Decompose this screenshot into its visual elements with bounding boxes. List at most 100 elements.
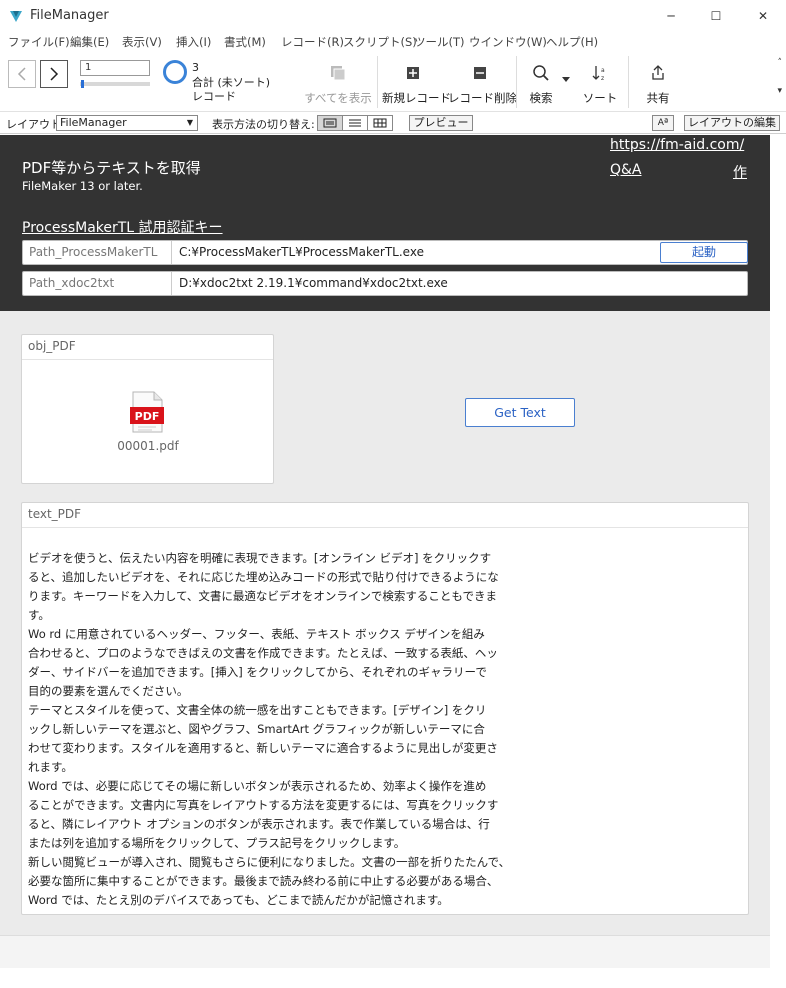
menu-edit[interactable]: 編集(E)	[70, 34, 109, 50]
pdf-filename: 00001.pdf	[117, 439, 179, 453]
path-processmaker-label: Path_ProcessMakerTL	[29, 245, 158, 259]
pdf-file-icon[interactable]: PDF	[130, 391, 164, 433]
obj-pdf-title: obj_PDF	[28, 339, 76, 353]
path-xdoc2txt-field: Path_xdoc2txt D:¥xdoc2txt 2.19.1¥command…	[22, 271, 748, 296]
layout-content: PDF等からテキストを取得 FileMaker 13 or later. htt…	[0, 135, 770, 935]
menu-bar: ファイル(F) 編集(E) 表示(V) 挿入(I) 書式(M) レコード(R) …	[0, 32, 786, 52]
show-all-button[interactable]: すべてを表示	[302, 52, 374, 112]
text-line: ると、隣にレイアウト オプションのボタンが表示されます。表で作業している場合は、…	[28, 817, 490, 831]
text-line: 新しい閲覧ビューが導入され、閲覧もさらに便利になりました。文書の一部を折りたたん…	[28, 855, 511, 869]
next-record-button[interactable]	[40, 60, 68, 88]
obj-pdf-container[interactable]: obj_PDF PDF 00001.pdf	[21, 334, 274, 484]
qa-link[interactable]: Q&A	[610, 162, 642, 178]
text-line: テーマとスタイルを使って、文書全体の統一感を出すこともできます。[デザイン] を…	[28, 703, 487, 717]
chevron-right-icon	[50, 67, 59, 81]
view-as-table-button[interactable]	[368, 116, 392, 130]
text-line: ることができます。文書内に写真をレイアウトする方法を変更するには、写真をクリック…	[28, 798, 499, 812]
page-title: PDF等からテキストを取得	[22, 159, 201, 177]
view-as-label: 表示方法の切り替え:	[212, 118, 315, 131]
plus-square-icon	[407, 67, 419, 79]
status-area	[0, 935, 770, 968]
menu-help[interactable]: ヘルプ(H)	[546, 34, 598, 50]
path-xdoc2txt-label: Path_xdoc2txt	[29, 276, 115, 290]
chevron-left-icon	[17, 67, 26, 81]
minus-square-icon	[474, 67, 486, 79]
text-line: Wo rd に用意されているヘッダー、フッター、表紙、テキスト ボックス デザイ…	[28, 627, 485, 641]
maximize-button[interactable]: ☐	[693, 0, 739, 32]
close-button[interactable]: ✕	[740, 0, 786, 32]
show-all-label: すべてを表示	[304, 91, 372, 105]
text-line: す。	[28, 608, 50, 622]
find-label: 検索	[529, 91, 553, 105]
toolbar-expand-icon[interactable]: ▾	[777, 86, 782, 96]
delete-record-button[interactable]: レコード削除	[448, 52, 517, 112]
text-pdf-field[interactable]: text_PDF ビデオを使うと、伝えたい内容を明確に表現できます。[オンライン…	[21, 502, 749, 915]
window-bottom	[0, 968, 786, 988]
pie-chart-icon	[163, 60, 187, 84]
found-count: 3	[192, 61, 199, 74]
text-line: 合わせると、プロのようなできばえの文書を作成できます。たとえば、一致する表紙、ヘ…	[28, 646, 498, 660]
toolbar-collapse-icon[interactable]: ˄	[778, 58, 783, 68]
record-slider[interactable]	[80, 80, 150, 88]
card-divider	[22, 359, 273, 360]
page-subtitle: FileMaker 13 or later.	[22, 179, 143, 193]
status-toolbar: 1 3 合計 (未ソート) レコード すべてを表示 新規レコード レコード削除 …	[0, 52, 786, 112]
menu-records[interactable]: レコード(R)	[281, 34, 344, 50]
pdf-icon-label: PDF	[135, 410, 160, 423]
vertical-scrollbar[interactable]	[770, 135, 786, 935]
share-label: 共有	[646, 91, 670, 105]
text-pdf-title: text_PDF	[28, 507, 82, 521]
toolbar-separator	[377, 56, 378, 108]
trial-key-link[interactable]: ProcessMakerTL 試用認証キー	[22, 217, 223, 237]
sort-button[interactable]: az ソート	[580, 52, 620, 112]
path-xdoc2txt-input[interactable]: D:¥xdoc2txt 2.19.1¥command¥xdoc2txt.exe	[179, 276, 448, 290]
text-line: または列を追加する場所をクリックして、プラス記号をクリックします。	[28, 836, 406, 850]
menu-window[interactable]: ウインドウ(W)	[469, 34, 547, 50]
website-link[interactable]: https://fm-aid.com/	[610, 137, 744, 153]
record-slider-thumb[interactable]	[81, 80, 84, 88]
new-record-label: 新規レコード	[382, 91, 451, 105]
menu-tools[interactable]: ツール(T)	[414, 34, 465, 50]
field-divider	[171, 241, 172, 264]
text-line: 必要な箇所に集中することができます。最後まで読み終わる前に中止する必要がある場合…	[28, 874, 499, 888]
new-record-button[interactable]: 新規レコード	[382, 52, 451, 112]
find-dropdown-icon[interactable]	[562, 77, 570, 83]
get-text-button[interactable]: Get Text	[465, 398, 575, 427]
toolbar-separator	[516, 56, 517, 108]
list-view-icon	[349, 119, 361, 127]
close-icon: ✕	[757, 9, 769, 23]
view-as-form-button[interactable]	[318, 116, 343, 130]
view-as-list-button[interactable]	[343, 116, 368, 130]
text-line: れます。	[28, 760, 73, 774]
text-line: ると、追加したいビデオを、それに応じた埋め込みコードの形式で貼り付けできるように…	[28, 570, 499, 584]
text-line: ックし新しいテーマを選ぶと、図やグラフ、SmartArt グラフィックが新しいテ…	[28, 722, 485, 736]
path-processmaker-field: Path_ProcessMakerTL C:¥ProcessMakerTL¥Pr…	[22, 240, 748, 265]
text-format-button[interactable]: Aª	[652, 115, 674, 131]
menu-file[interactable]: ファイル(F)	[8, 34, 70, 50]
share-button[interactable]: 共有	[638, 52, 678, 112]
record-number-input[interactable]: 1	[80, 60, 150, 76]
text-line: ります。キーワードを入力して、文書に最適なビデオをオンラインで検索することもでき…	[28, 589, 497, 603]
menu-view[interactable]: 表示(V)	[122, 34, 162, 50]
layout-select[interactable]: FileManager ▼	[56, 115, 198, 131]
text-pdf-content[interactable]: ビデオを使うと、伝えたい内容を明確に表現できます。[オンライン ビデオ] をクリ…	[28, 549, 511, 910]
previous-record-button[interactable]	[8, 60, 36, 88]
sort-label: ソート	[582, 91, 618, 105]
found-unit: レコード	[192, 90, 236, 103]
svg-text:a: a	[601, 67, 605, 74]
toolbar-separator	[628, 56, 629, 108]
layout-bar: レイアウト: FileManager ▼ 表示方法の切り替え: プレビュー Aª…	[0, 113, 786, 134]
text-line: ビデオを使うと、伝えたい内容を明確に表現できます。[オンライン ビデオ] をクリ…	[28, 551, 492, 565]
layout-select-value: FileManager	[60, 116, 127, 129]
path-processmaker-input[interactable]: C:¥ProcessMakerTL¥ProcessMakerTL.exe	[179, 245, 424, 259]
menu-format[interactable]: 書式(M)	[224, 34, 266, 50]
minimize-button[interactable]: ─	[648, 0, 694, 32]
find-button[interactable]: 検索	[522, 52, 560, 112]
preview-button[interactable]: プレビュー	[409, 115, 473, 131]
text-line: わせて変わります。スタイルを適用すると、新しいテーマに適合するように見出しが変更…	[28, 741, 498, 755]
menu-scripts[interactable]: スクリプト(S)	[343, 34, 417, 50]
launch-button[interactable]: 起動	[660, 242, 748, 263]
menu-insert[interactable]: 挿入(I)	[176, 34, 211, 50]
edit-layout-button[interactable]: レイアウトの編集	[684, 115, 780, 131]
author-link[interactable]: 作	[733, 162, 747, 182]
